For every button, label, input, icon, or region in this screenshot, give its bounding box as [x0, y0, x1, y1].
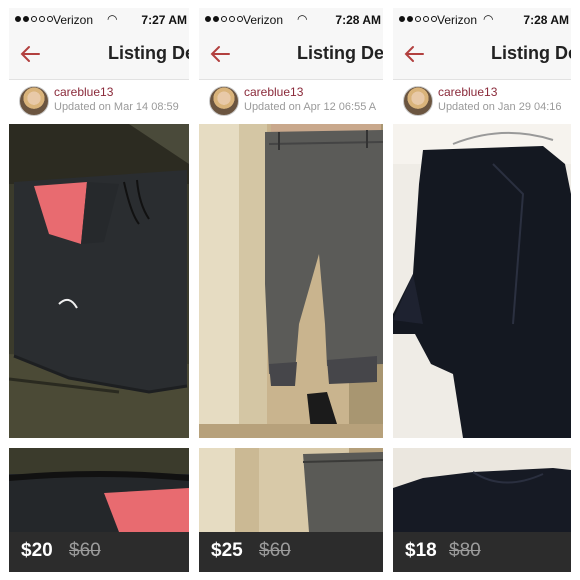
- listing-panel-shorts: Verizon ◠ 7:27 AM Listing Det careblue13…: [9, 8, 189, 572]
- nav-bar: Listing De: [393, 32, 571, 80]
- listing-photo-main[interactable]: [9, 124, 189, 438]
- page-title: Listing Det: [297, 43, 383, 63]
- signal-dots-icon: [205, 16, 243, 22]
- page-title: Listing Det: [108, 43, 189, 63]
- seller-username[interactable]: careblue13: [54, 85, 113, 99]
- price-bar: $20 $60: [9, 532, 189, 572]
- seller-row[interactable]: careblue13 Updated on Jan 29 04:16: [393, 80, 571, 124]
- avatar[interactable]: [19, 86, 49, 116]
- back-arrow-icon[interactable]: [19, 43, 41, 65]
- listing-panel-cardigan: Verizon ◠ 7:28 AM Listing De careblue13 …: [393, 8, 571, 572]
- status-bar: Verizon ◠ 7:28 AM: [199, 8, 383, 32]
- listing-photo-main[interactable]: [393, 124, 571, 438]
- status-time: 7:28 AM: [335, 13, 381, 27]
- seller-row[interactable]: careblue13 Updated on Apr 12 06:55 A: [199, 80, 383, 124]
- seller-username[interactable]: careblue13: [438, 85, 497, 99]
- carrier-label: Verizon: [53, 13, 94, 27]
- back-arrow-icon[interactable]: [209, 43, 231, 65]
- price-original: $80: [449, 540, 481, 561]
- wifi-icon: ◠: [483, 12, 494, 26]
- signal-dots-icon: [15, 16, 53, 22]
- page-title: Listing De: [491, 43, 571, 63]
- nav-bar: Listing Det: [9, 32, 189, 80]
- price-bar: $18 $80: [393, 532, 571, 572]
- back-arrow-icon[interactable]: [403, 43, 425, 65]
- updated-timestamp: Updated on Apr 12 06:55 A: [244, 101, 377, 113]
- price-current: $18: [405, 540, 437, 561]
- seller-username[interactable]: careblue13: [244, 85, 303, 99]
- status-bar: Verizon ◠ 7:27 AM: [9, 8, 189, 32]
- carrier-label: Verizon: [243, 13, 284, 27]
- status-bar: Verizon ◠ 7:28 AM: [393, 8, 571, 32]
- listing-panel-capris: Verizon ◠ 7:28 AM Listing Det careblue13…: [199, 8, 383, 572]
- updated-timestamp: Updated on Mar 14 08:59: [54, 101, 179, 113]
- signal-dots-icon: [399, 16, 437, 22]
- updated-timestamp: Updated on Jan 29 04:16: [438, 101, 562, 113]
- price-current: $25: [211, 540, 243, 561]
- listing-photo-main[interactable]: [199, 124, 383, 438]
- price-original: $60: [69, 540, 101, 561]
- nav-bar: Listing Det: [199, 32, 383, 80]
- price-original: $60: [259, 540, 291, 561]
- carrier-label: Verizon: [437, 13, 478, 27]
- collage: Verizon ◠ 7:27 AM Listing Det careblue13…: [0, 0, 580, 580]
- price-current: $20: [21, 540, 53, 561]
- wifi-icon: ◠: [107, 12, 118, 26]
- seller-row[interactable]: careblue13 Updated on Mar 14 08:59: [9, 80, 189, 124]
- wifi-icon: ◠: [297, 12, 308, 26]
- avatar[interactable]: [403, 86, 433, 116]
- avatar[interactable]: [209, 86, 239, 116]
- listing-photo-thumb[interactable]: [9, 448, 189, 532]
- price-bar: $25 $60: [199, 532, 383, 572]
- listing-photo-thumb[interactable]: [199, 448, 383, 532]
- status-time: 7:28 AM: [523, 13, 569, 27]
- status-time: 7:27 AM: [141, 13, 187, 27]
- listing-photo-thumb[interactable]: [393, 448, 571, 532]
